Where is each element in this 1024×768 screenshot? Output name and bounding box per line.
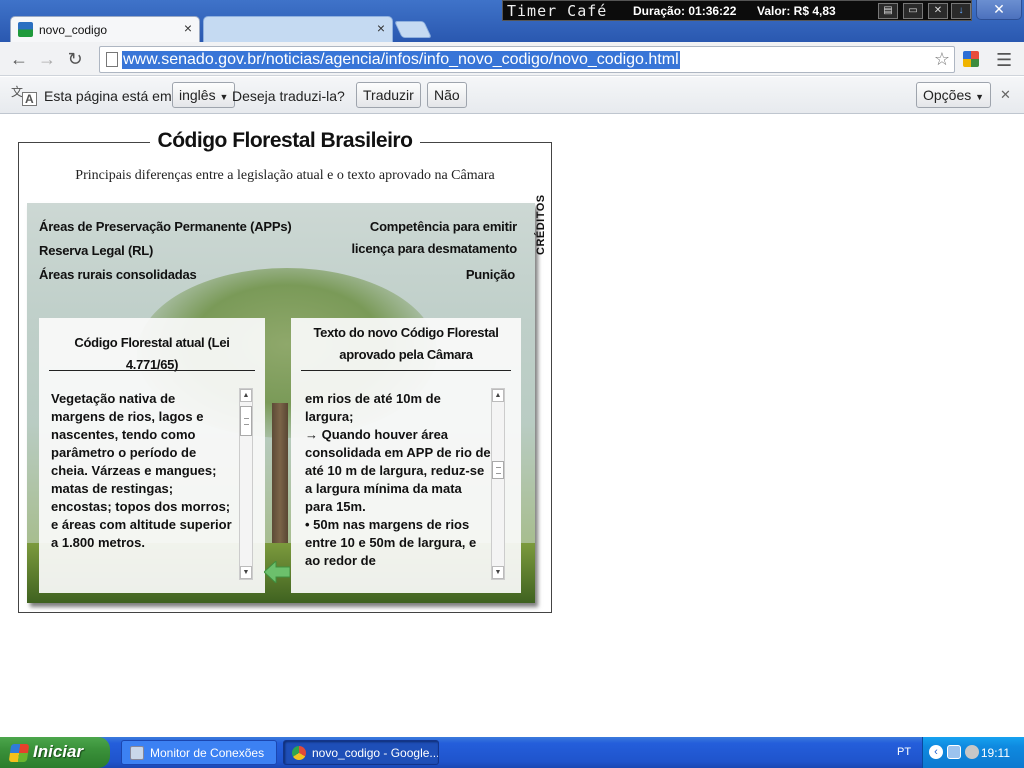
timer-notes-icon[interactable]: ▤ [878, 3, 898, 19]
menu-link-competencia-1[interactable]: Competência para emitir [370, 219, 517, 234]
menu-link-reserva-legal[interactable]: Reserva Legal (RL) [39, 243, 153, 258]
back-arrow-icon[interactable]: ← [8, 48, 30, 70]
tab-close-icon[interactable]: × [377, 20, 385, 36]
panel-new-text: em rios de até 10m de largura; → Quando … [305, 391, 491, 568]
chevron-down-icon: ▼ [219, 92, 229, 102]
language-select-value: inglês [179, 87, 216, 103]
panel-new-header-line2: aprovado pela Câmara [339, 347, 473, 362]
timer-duration: Duração: 01:36:22 [633, 4, 737, 18]
url-text[interactable]: www.senado.gov.br/noticias/agencia/infos… [122, 51, 680, 69]
options-label: Opções [923, 87, 972, 103]
taskbar-item-monitor[interactable]: Monitor de Conexões [121, 740, 277, 765]
infographic-title: Código Florestal Brasileiro [149, 129, 421, 152]
scroll-thumb[interactable] [240, 406, 252, 436]
tree-scene: Áreas de Preservação Permanente (APPs) R… [27, 203, 535, 603]
scroll-down-icon[interactable]: ▼ [240, 566, 252, 579]
translate-prefix: Esta página está em [44, 88, 172, 104]
scroll-up-icon[interactable]: ▲ [240, 389, 252, 402]
start-button[interactable]: Iniciar [0, 737, 110, 768]
network-icon[interactable] [947, 745, 961, 759]
language-indicator[interactable]: PT [897, 746, 911, 758]
panel-divider [49, 370, 255, 371]
translate-question: Deseja traduzi-la? [232, 88, 345, 104]
new-tab-button[interactable] [394, 21, 432, 38]
translate-bar: 文 A Esta página está em inglês ▼ Deseja … [0, 77, 1024, 114]
scroll-up-icon[interactable]: ▲ [492, 389, 504, 402]
no-translate-button[interactable]: Não [427, 82, 467, 108]
timer-cafe-bar: Timer Café Duração: 01:36:22 Valor: R$ 4… [502, 0, 972, 21]
taskbar-item-label: Monitor de Conexões [150, 746, 265, 760]
scroll-down-icon[interactable]: ▼ [492, 566, 504, 579]
panel-new-scrollbar[interactable]: ▲ ▼ [491, 388, 505, 580]
senado-favicon-icon [18, 22, 33, 37]
tab-inactive[interactable]: × [203, 16, 393, 43]
translate-icon: 文 A [10, 83, 37, 107]
infographic-title-wrap: Código Florestal Brasileiro [19, 129, 551, 153]
security-icon[interactable] [965, 745, 979, 759]
menu-link-areas-rurais[interactable]: Áreas rurais consolidadas [39, 267, 197, 282]
browser-toolbar: ← → ↻ www.senado.gov.br/noticias/agencia… [0, 42, 1024, 76]
window-close-button[interactable]: ✕ [976, 0, 1022, 20]
panel-current-text: Vegetação nativa de margens de rios, lag… [51, 391, 232, 550]
timer-card-icon[interactable]: ▭ [903, 3, 923, 19]
menu-link-competencia-2[interactable]: licença para desmatamento [351, 241, 517, 256]
translate-close-icon[interactable]: ✕ [1000, 87, 1011, 103]
taskbar: Iniciar Monitor de Conexões novo_codigo … [0, 737, 1024, 768]
options-button[interactable]: Opções ▼ [916, 82, 992, 108]
bookmark-star-icon[interactable]: ☆ [934, 49, 950, 70]
address-bar[interactable]: www.senado.gov.br/noticias/agencia/infos… [99, 46, 955, 73]
menu-link-apps[interactable]: Áreas de Preservação Permanente (APPs) [39, 219, 292, 234]
chrome-icon [292, 746, 306, 760]
timer-close-icon[interactable]: ✕ [928, 3, 948, 19]
taskbar-item-label: novo_codigo - Google... [312, 746, 439, 760]
credits-label: CRÉDITOS [535, 194, 547, 255]
taskbar-item-chrome[interactable]: novo_codigo - Google... [283, 740, 439, 765]
monitor-icon [130, 746, 144, 760]
infographic-subtitle: Principais diferenças entre a legislação… [75, 168, 495, 183]
tab-title: novo_codigo [39, 23, 108, 37]
tab-novo-codigo[interactable]: novo_codigo × [10, 16, 200, 43]
infographic-frame: Código Florestal Brasileiro Principais d… [18, 129, 552, 613]
menu-link-punicao[interactable]: Punição [466, 267, 515, 282]
windows-logo-icon [8, 744, 30, 762]
tab-close-icon[interactable]: × [184, 20, 192, 36]
chrome-menu-icon[interactable]: ☰ [996, 50, 1012, 71]
reload-icon[interactable]: ↻ [64, 48, 86, 70]
panel-divider [301, 370, 511, 371]
credits-link[interactable]: CRÉDITOS [532, 194, 550, 261]
tray-expand-icon[interactable]: ‹ [929, 745, 943, 759]
extension-icon[interactable] [963, 51, 979, 67]
clock: 19:11 [980, 746, 1010, 760]
translate-button[interactable]: Traduzir [356, 82, 421, 108]
timer-value: Valor: R$ 4,83 [757, 4, 836, 18]
panel-new-code: Texto do novo Código Florestal aprovado … [291, 318, 521, 593]
language-select[interactable]: inglês ▼ [172, 82, 236, 108]
panel-new-header-line1: Texto do novo Código Florestal [313, 325, 499, 340]
system-tray: ‹ 19:11 [922, 737, 1024, 768]
panel-current-scrollbar[interactable]: ▲ ▼ [239, 388, 253, 580]
timer-brand: Timer Café [507, 2, 608, 20]
forward-arrow-icon[interactable]: → [36, 48, 58, 70]
page-icon [106, 52, 118, 67]
chevron-down-icon: ▼ [975, 92, 985, 102]
timer-download-icon[interactable]: ↓ [951, 3, 971, 19]
scroll-thumb[interactable] [492, 461, 504, 479]
start-label: Iniciar [33, 742, 84, 761]
panel-current-code: Código Florestal atual (Lei 4.771/65) Ve… [39, 318, 265, 593]
back-arrow-icon[interactable] [264, 561, 290, 583]
